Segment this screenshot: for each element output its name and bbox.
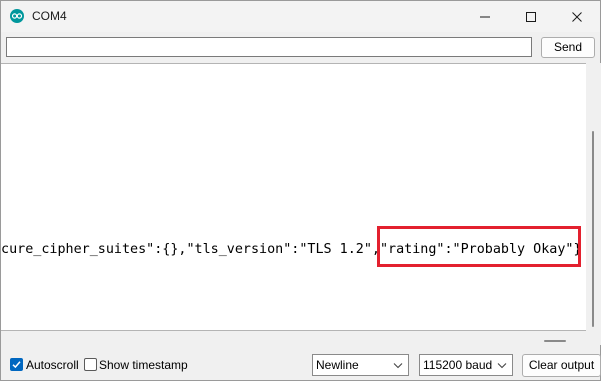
vertical-scroll-thumb[interactable] [592, 131, 594, 327]
autoscroll-checkbox[interactable] [10, 358, 23, 371]
clear-output-button[interactable]: Clear output [522, 354, 601, 377]
minimize-button[interactable] [462, 1, 508, 32]
send-button[interactable]: Send [541, 37, 595, 58]
chevron-down-icon [393, 363, 403, 369]
show-timestamp-label[interactable]: Show timestamp [99, 358, 188, 372]
serial-monitor-window: COM4 Send -cure_cipher_suites":{},"tls_v… [0, 0, 601, 381]
arduino-logo-icon [10, 9, 24, 23]
maximize-icon [526, 12, 536, 22]
highlight-annotation-box [377, 226, 581, 267]
close-icon [572, 12, 582, 22]
line-ending-select[interactable]: Newline [312, 354, 409, 376]
vertical-scrollbar[interactable] [586, 63, 601, 331]
show-timestamp-checkbox[interactable] [84, 358, 97, 371]
window-title: COM4 [32, 9, 67, 23]
minimize-icon [480, 16, 490, 18]
autoscroll-label[interactable]: Autoscroll [26, 358, 79, 372]
maximize-button[interactable] [508, 1, 554, 32]
horizontal-scrollbar[interactable] [1, 331, 601, 345]
send-input[interactable] [6, 37, 532, 57]
horizontal-scroll-thumb[interactable] [544, 340, 566, 342]
line-ending-value: Newline [316, 358, 359, 372]
baud-rate-select[interactable]: 115200 baud [419, 354, 513, 376]
checkmark-icon [12, 361, 21, 369]
baud-rate-value: 115200 baud [423, 358, 493, 372]
chevron-down-icon [497, 363, 507, 369]
serial-output-area[interactable]: -cure_cipher_suites":{},"tls_version":"T… [1, 63, 586, 331]
close-button[interactable] [554, 1, 600, 32]
title-bar[interactable]: COM4 [1, 1, 600, 32]
